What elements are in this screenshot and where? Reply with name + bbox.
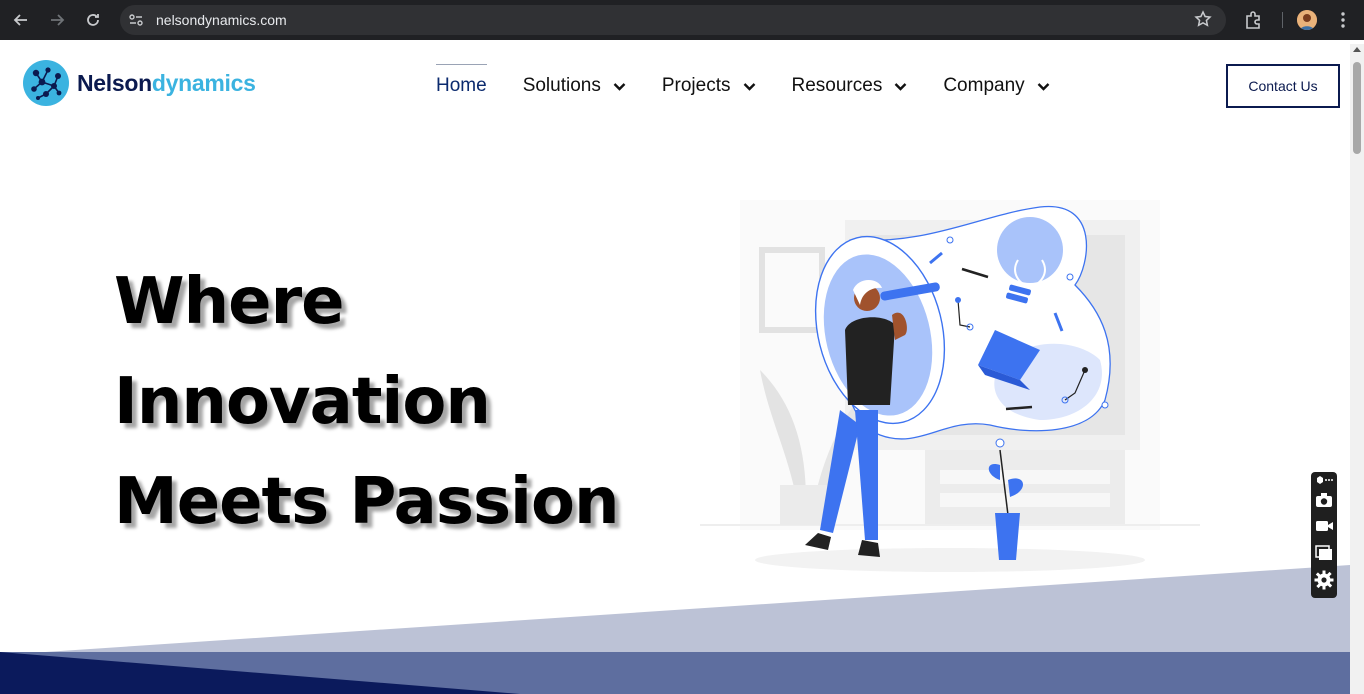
extensions-icon[interactable] — [1242, 9, 1264, 31]
chevron-down-icon — [894, 82, 907, 91]
nav-item-home[interactable]: Home — [436, 64, 487, 108]
toolbar-separator — [1282, 12, 1283, 28]
browser-toolbar: nelsondynamics.com — [0, 0, 1364, 40]
hero-title: Where Innovation Meets Passion — [114, 252, 619, 552]
logo-wordmark: Nelsondynamics — [77, 70, 256, 97]
video-camera-icon[interactable] — [1314, 516, 1334, 536]
reload-icon[interactable] — [81, 8, 105, 32]
camera-icon[interactable] — [1314, 490, 1334, 510]
site-header: Nelsondynamics Home Solutions Projects R… — [0, 44, 1350, 130]
browser-menu-icon[interactable] — [1334, 9, 1352, 31]
hero-title-line2: Innovation — [114, 365, 491, 439]
main-nav: Home Solutions Projects Resources Compan… — [436, 64, 1086, 108]
nav-item-label: Projects — [661, 75, 731, 96]
nav-item-projects[interactable]: Projects — [662, 64, 756, 108]
bookmark-star-icon[interactable] — [1194, 10, 1212, 28]
nav-item-label: Company — [943, 75, 1025, 96]
logo-wordmark-part1: Nelson — [77, 69, 152, 96]
site-settings-icon[interactable] — [128, 12, 144, 28]
hero-bottom-wave — [0, 565, 1350, 694]
logo-wordmark-part2: dynamics — [151, 69, 256, 96]
back-icon[interactable] — [9, 8, 33, 32]
more-options-icon[interactable] — [1314, 474, 1334, 486]
scroll-up-arrow-icon[interactable] — [1353, 47, 1361, 52]
nav-item-company[interactable]: Company — [943, 64, 1050, 108]
nav-item-resources[interactable]: Resources — [792, 64, 908, 108]
forward-icon[interactable] — [45, 8, 69, 32]
chevron-down-icon — [613, 82, 626, 91]
contact-us-button[interactable]: Contact Us — [1226, 64, 1340, 108]
hero-title-line1: Where — [114, 265, 345, 339]
chevron-down-icon — [743, 82, 755, 91]
scrollbar-thumb[interactable] — [1353, 62, 1361, 154]
logo-mark-icon — [23, 60, 69, 106]
hero-illustration — [700, 200, 1200, 572]
url-text[interactable]: nelsondynamics.com — [156, 12, 287, 28]
nav-item-label: Home — [436, 75, 487, 96]
nav-item-label: Resources — [791, 75, 883, 96]
profile-avatar[interactable] — [1297, 10, 1317, 30]
settings-gear-icon[interactable] — [1314, 570, 1334, 590]
floating-capture-toolbar — [1311, 472, 1337, 598]
nav-item-solutions[interactable]: Solutions — [523, 64, 626, 108]
nav-item-label: Solutions — [522, 75, 601, 96]
hero-title-line3: Meets Passion — [114, 465, 619, 539]
address-bar[interactable]: nelsondynamics.com — [120, 5, 1226, 35]
site-logo[interactable]: Nelsondynamics — [22, 59, 256, 107]
window-capture-icon[interactable] — [1314, 543, 1334, 563]
chevron-down-icon — [1037, 82, 1050, 91]
